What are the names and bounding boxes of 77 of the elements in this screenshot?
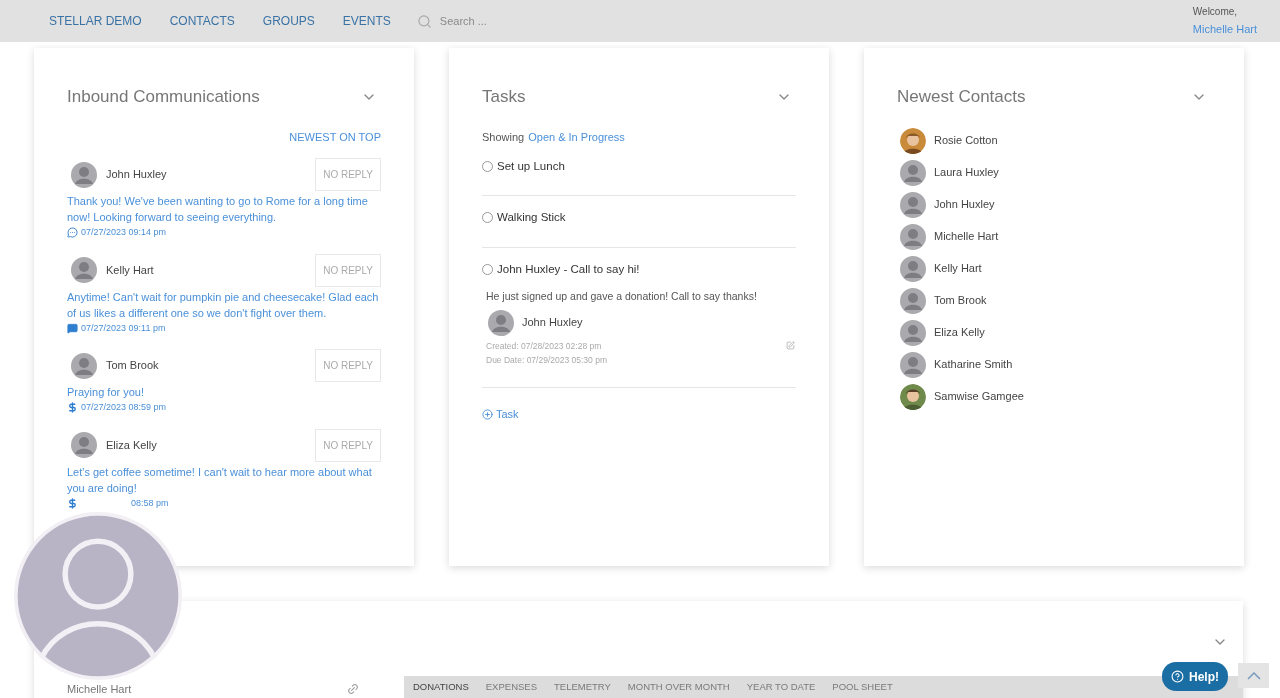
avatar-icon	[900, 287, 926, 314]
avatar-icon	[71, 161, 97, 188]
due-date: Due Date: 07/29/2023 05:30 pm	[486, 354, 608, 367]
edit-icon[interactable]	[786, 341, 795, 351]
task-title[interactable]: John Huxley - Call to say hi!	[497, 260, 640, 278]
created-date: Created: 07/28/2023 02:28 pm	[486, 339, 602, 353]
tab[interactable]: DONATIONS	[413, 679, 469, 695]
profile-name: Michelle Hart	[67, 681, 132, 697]
nav-link[interactable]: STELLAR DEMO	[49, 12, 142, 30]
chevron-up-icon	[1246, 671, 1261, 680]
message-date: 08:58 pm	[131, 496, 169, 510]
contact-link[interactable]: Tom Brook	[934, 292, 987, 309]
contact-name: Eliza Kelly	[106, 437, 157, 453]
help-button[interactable]: Help!	[1162, 662, 1228, 691]
filter-link[interactable]: Open & In Progress	[528, 128, 625, 145]
sort-link[interactable]: NEWEST ON TOP	[289, 128, 381, 145]
profile-avatar-icon	[14, 512, 182, 680]
avatar-icon	[900, 351, 926, 378]
avatar-icon	[900, 319, 926, 346]
dollar-icon	[67, 402, 78, 414]
message-text: Praying for you!	[67, 385, 146, 400]
message-text: Anytime! Can't wait for pumpkin pie and cheesecake! Glad each of us likes a different one so we don't fight over them.	[67, 289, 380, 321]
avatar-icon	[900, 255, 926, 282]
search-field[interactable]: Search ...	[416, 12, 487, 30]
card-title: Inbound Communications	[67, 86, 260, 108]
nav-link[interactable]: EVENTS	[342, 12, 391, 30]
no-reply-button[interactable]: NO REPLY	[315, 158, 381, 191]
user-link[interactable]: Michelle Hart	[1192, 21, 1257, 38]
contact-link[interactable]: Samwise Gamgee	[934, 388, 1024, 405]
nav-link[interactable]: GROUPS	[262, 12, 315, 30]
welcome-text: Welcome,	[1192, 5, 1238, 20]
avatar-icon	[900, 223, 926, 250]
contact-name: John Huxley	[106, 167, 167, 183]
message-date: 07/27/2023 08:59 pm	[81, 401, 167, 414]
help-icon	[1171, 670, 1184, 683]
contact-link[interactable]: Laura Huxley	[934, 164, 999, 181]
tab[interactable]: TELEMETRY	[554, 679, 611, 695]
nav-link[interactable]: CONTACTS	[169, 12, 235, 30]
avatar-icon	[488, 309, 514, 336]
avatar-icon	[900, 159, 926, 186]
message-icon	[67, 322, 78, 334]
contact-link[interactable]: Michelle Hart	[934, 228, 999, 245]
contact-link[interactable]: Kelly Hart	[934, 260, 982, 277]
scroll-top-button[interactable]	[1238, 663, 1269, 688]
add-task-link[interactable]: Task	[482, 406, 519, 423]
avatar-icon	[71, 352, 97, 379]
no-reply-button[interactable]: NO REPLY	[315, 349, 381, 382]
contact-name: Tom Brook	[106, 358, 159, 374]
tab[interactable]: EXPENSES	[485, 679, 537, 695]
contact-link[interactable]: John Huxley	[934, 196, 995, 213]
contact-link[interactable]: Katharine Smith	[934, 356, 1013, 373]
dollar-icon	[67, 497, 78, 509]
card-title: Tasks	[482, 86, 526, 108]
contact-link[interactable]: Eliza Kelly	[934, 324, 985, 341]
task-title[interactable]: Walking Stick	[497, 209, 566, 227]
search-icon	[416, 13, 432, 29]
contact-name: Kelly Hart	[106, 262, 154, 278]
no-reply-button[interactable]: NO REPLY	[315, 428, 381, 462]
message-date: 07/27/2023 09:14 pm	[81, 226, 167, 239]
chat-icon	[67, 227, 78, 239]
task-note: He just signed up and gave a donation! Call to say thanks!	[486, 288, 758, 304]
plus-icon	[482, 408, 493, 420]
contact-link[interactable]: Rosie Cotton	[934, 132, 998, 149]
task-title[interactable]: Set up Lunch	[497, 158, 565, 176]
contact-name: John Huxley	[522, 315, 583, 331]
tab[interactable]: YEAR TO DATE	[746, 679, 816, 695]
card-title: Newest Contacts	[897, 86, 1026, 108]
tab[interactable]: MONTH OVER MONTH	[627, 679, 730, 695]
message-text: Thank you! We've been wanting to go to Rome for a long time now! Looking forward to seeing everything.	[67, 194, 369, 225]
message-date: 07/27/2023 09:11 pm	[81, 321, 166, 335]
no-reply-button[interactable]: NO REPLY	[315, 253, 381, 287]
message-text: Let's get coffee sometime! I can't wait to hear more about what you are doing!	[67, 464, 373, 496]
tab[interactable]: POOL SHEET	[832, 679, 893, 695]
avatar-icon	[71, 432, 97, 458]
avatar-icon	[71, 257, 97, 283]
avatar-icon	[900, 191, 926, 218]
showing-label: Showing	[482, 129, 525, 145]
